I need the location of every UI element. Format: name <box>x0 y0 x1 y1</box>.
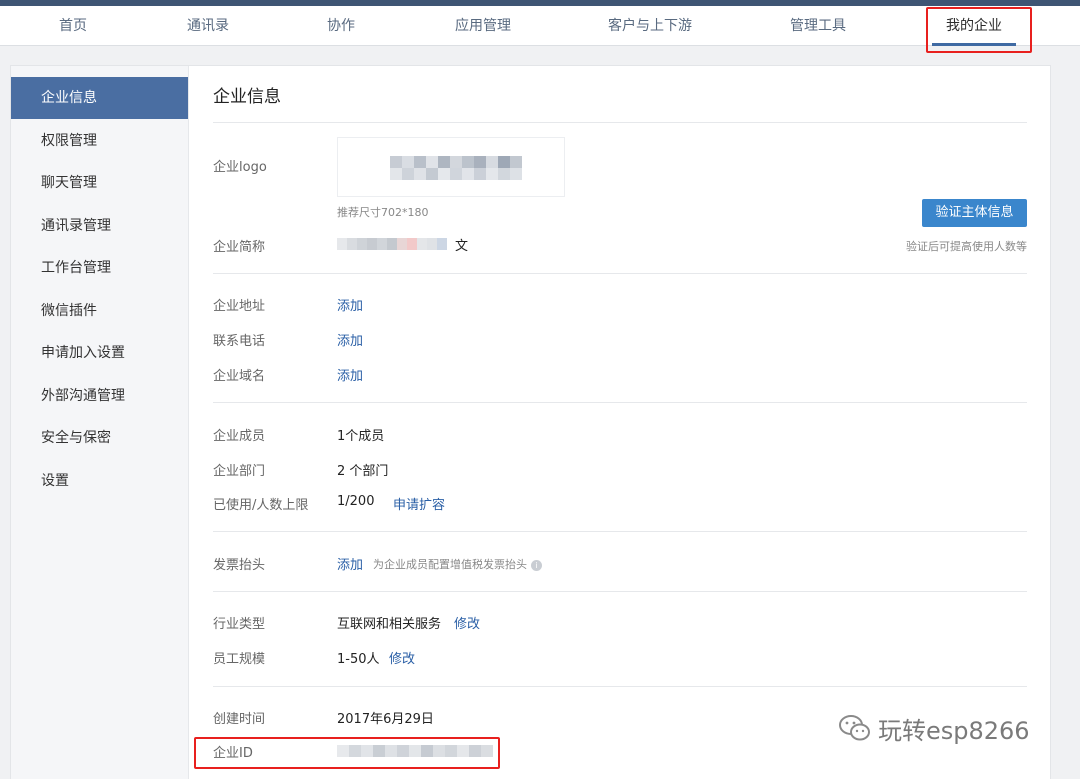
wechat-icon <box>839 715 870 741</box>
invoice-hint-wrap: 为企业成员配置增值税发票抬头 i <box>373 556 542 572</box>
sidebar-item-external-communication[interactable]: 外部沟通管理 <box>11 375 188 417</box>
edit-industry-link[interactable]: 修改 <box>454 613 480 632</box>
sidebar-item-contacts-management[interactable]: 通讯录管理 <box>11 205 188 247</box>
scale-value: 1-50人 <box>337 652 380 667</box>
sidebar-item-permissions[interactable]: 权限管理 <box>11 120 188 162</box>
logo-size-hint: 推荐尺寸702*180 <box>337 206 429 219</box>
industry-value: 互联网和相关服务 <box>337 617 442 632</box>
short-name-value-tail: 文 <box>455 239 469 254</box>
scale-label: 员工规模 <box>213 652 266 667</box>
short-name-blurred-value <box>337 238 447 250</box>
created-value: 2017年6月29日 <box>337 712 434 727</box>
logo-upload-box[interactable] <box>337 137 565 197</box>
divider <box>213 273 1027 274</box>
nav-item-customers-partners[interactable]: 客户与上下游 <box>608 6 692 46</box>
top-navigation: 首页 通讯录 协作 应用管理 客户与上下游 管理工具 我的企业 <box>0 6 1080 46</box>
industry-label: 行业类型 <box>213 617 266 632</box>
highlight-box-enterprise-id <box>194 737 500 769</box>
divider <box>213 591 1027 592</box>
info-icon[interactable]: i <box>531 559 542 571</box>
verify-entity-button[interactable]: 验证主体信息 <box>922 199 1027 227</box>
domain-label: 企业域名 <box>213 369 266 384</box>
page-title: 企业信息 <box>213 87 281 107</box>
add-phone-link[interactable]: 添加 <box>337 330 363 349</box>
short-name-label: 企业简称 <box>213 240 266 255</box>
sidebar-item-security[interactable]: 安全与保密 <box>11 417 188 459</box>
nav-item-collaboration[interactable]: 协作 <box>327 6 355 46</box>
address-label: 企业地址 <box>213 299 266 314</box>
invoice-hint: 为企业成员配置增值税发票抬头 <box>373 558 527 571</box>
divider <box>213 686 1027 687</box>
divider <box>213 402 1027 403</box>
invoice-label: 发票抬头 <box>213 558 266 573</box>
watermark: 玩转esp8266 <box>838 708 1030 748</box>
sidebar-item-join-settings[interactable]: 申请加入设置 <box>11 332 188 374</box>
sidebar-item-wechat-plugin[interactable]: 微信插件 <box>11 290 188 332</box>
add-domain-link[interactable]: 添加 <box>337 365 363 384</box>
highlight-box-my-enterprise <box>926 7 1032 53</box>
quota-value: 1/200 <box>337 494 375 509</box>
verify-hint: 验证后可提高使用人数等 <box>906 240 1027 253</box>
nav-item-management-tools[interactable]: 管理工具 <box>790 6 846 46</box>
sidebar: 企业信息 权限管理 聊天管理 通讯录管理 工作台管理 微信插件 申请加入设置 外… <box>11 66 189 779</box>
departments-value: 2 个部门 <box>337 464 389 479</box>
logo-label: 企业logo <box>213 160 267 175</box>
phone-label: 联系电话 <box>213 334 266 349</box>
nav-item-app-management[interactable]: 应用管理 <box>455 6 511 46</box>
divider <box>213 531 1027 532</box>
edit-scale-link[interactable]: 修改 <box>389 648 415 667</box>
apply-expansion-link[interactable]: 申请扩容 <box>393 494 445 513</box>
add-invoice-link[interactable]: 添加 <box>337 554 363 573</box>
sidebar-item-workbench-management[interactable]: 工作台管理 <box>11 247 188 289</box>
watermark-text: 玩转esp8266 <box>878 716 1030 745</box>
sidebar-item-chat-management[interactable]: 聊天管理 <box>11 162 188 204</box>
members-value: 1个成员 <box>337 429 385 444</box>
created-label: 创建时间 <box>213 712 266 727</box>
content-area: 企业信息 企业logo 推荐尺寸702*180 企业简称 文 验证主体信息 验证… <box>189 66 1052 779</box>
divider <box>213 122 1027 123</box>
departments-label: 企业部门 <box>213 464 266 479</box>
members-label: 企业成员 <box>213 429 266 444</box>
nav-item-home[interactable]: 首页 <box>59 6 87 46</box>
add-address-link[interactable]: 添加 <box>337 295 363 314</box>
main-panel: 企业信息 权限管理 聊天管理 通讯录管理 工作台管理 微信插件 申请加入设置 外… <box>10 65 1051 779</box>
logo-blurred-image-row <box>390 168 522 180</box>
logo-blurred-image <box>390 156 522 168</box>
sidebar-item-settings[interactable]: 设置 <box>11 460 188 502</box>
sidebar-item-enterprise-info[interactable]: 企业信息 <box>11 77 188 119</box>
quota-label: 已使用/人数上限 <box>213 498 309 513</box>
nav-item-contacts[interactable]: 通讯录 <box>187 6 229 46</box>
